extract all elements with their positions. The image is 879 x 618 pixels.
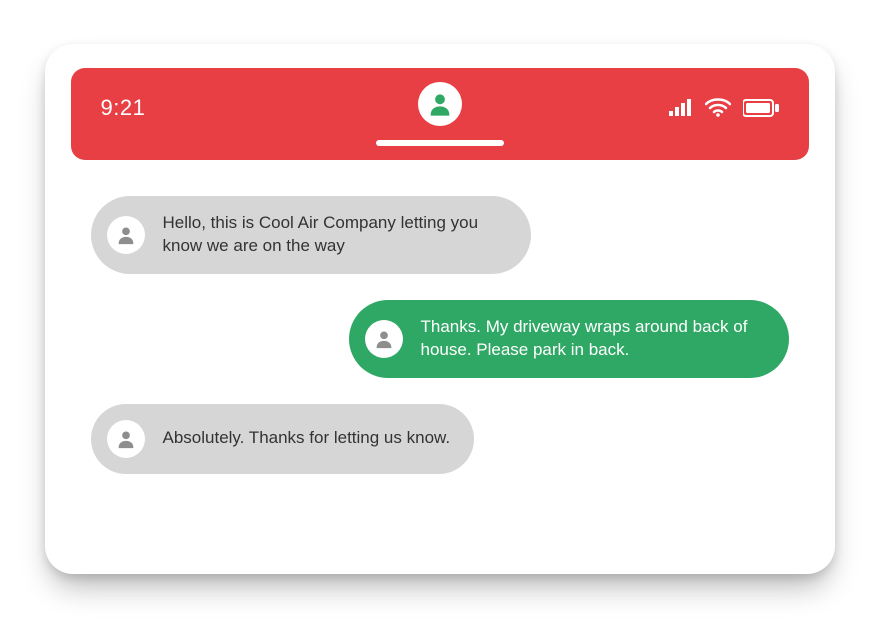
person-icon xyxy=(426,90,454,118)
status-icons xyxy=(669,98,779,118)
sender-avatar xyxy=(107,420,145,458)
battery-icon xyxy=(743,99,779,117)
person-icon xyxy=(373,328,395,350)
message-thread[interactable]: Hello, this is Cool Air Company letting … xyxy=(71,160,809,474)
message-bubble-incoming[interactable]: Absolutely. Thanks for letting us know. xyxy=(91,404,475,474)
cellular-signal-icon xyxy=(669,98,693,118)
person-icon xyxy=(115,224,137,246)
sender-avatar xyxy=(107,216,145,254)
person-icon xyxy=(115,428,137,450)
header-underline xyxy=(376,140,504,146)
clock-time: 9:21 xyxy=(101,95,146,121)
wifi-icon xyxy=(705,98,731,118)
message-text: Hello, this is Cool Air Company letting … xyxy=(163,212,507,258)
message-bubble-outgoing[interactable]: Thanks. My driveway wraps around back of… xyxy=(349,300,789,378)
contact-avatar[interactable] xyxy=(418,82,462,126)
chat-window: 9:21 xyxy=(45,44,835,574)
header-bar: 9:21 xyxy=(71,68,809,160)
message-text: Thanks. My driveway wraps around back of… xyxy=(421,316,765,362)
message-text: Absolutely. Thanks for letting us know. xyxy=(163,427,451,450)
message-bubble-incoming[interactable]: Hello, this is Cool Air Company letting … xyxy=(91,196,531,274)
sender-avatar xyxy=(365,320,403,358)
